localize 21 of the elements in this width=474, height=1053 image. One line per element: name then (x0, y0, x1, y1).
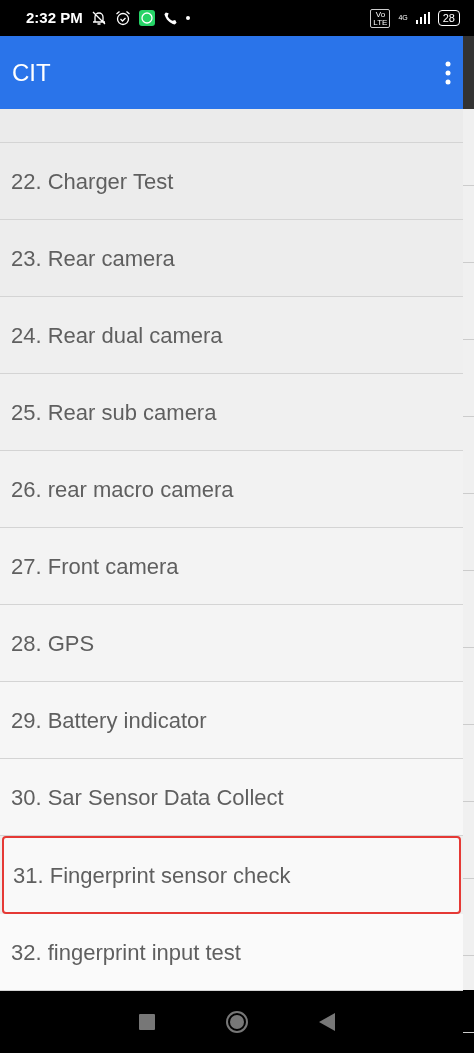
list-item[interactable]: 27. Front camera (0, 528, 463, 605)
battery-level: 28 (437, 10, 460, 26)
list-item[interactable]: 29. Battery indicator (0, 682, 463, 759)
dot-icon (185, 16, 190, 20)
list-item[interactable]: 30. Sar Sensor Data Collect (0, 759, 463, 836)
back-button[interactable] (319, 1012, 335, 1031)
alarm-icon (114, 10, 131, 26)
status-time: 2:32 PM (26, 7, 83, 28)
app-title: CIT (12, 57, 51, 88)
volte-label: Vo LTE (370, 8, 391, 28)
list-item[interactable]: 28. GPS (0, 605, 463, 682)
list-item[interactable]: 31. Fingerprint sensor check (2, 836, 461, 914)
home-button[interactable] (225, 1009, 249, 1034)
list-item[interactable]: 32. fingerprint input test (0, 914, 463, 991)
chat-app-icon (138, 10, 155, 26)
signal-icon (415, 12, 430, 24)
recents-button[interactable] (139, 1013, 155, 1030)
overflow-menu-icon[interactable] (445, 60, 451, 85)
muted-bell-icon (90, 10, 107, 26)
phone-icon (162, 10, 178, 26)
list-item[interactable]: 26. rear macro camera (0, 451, 463, 528)
